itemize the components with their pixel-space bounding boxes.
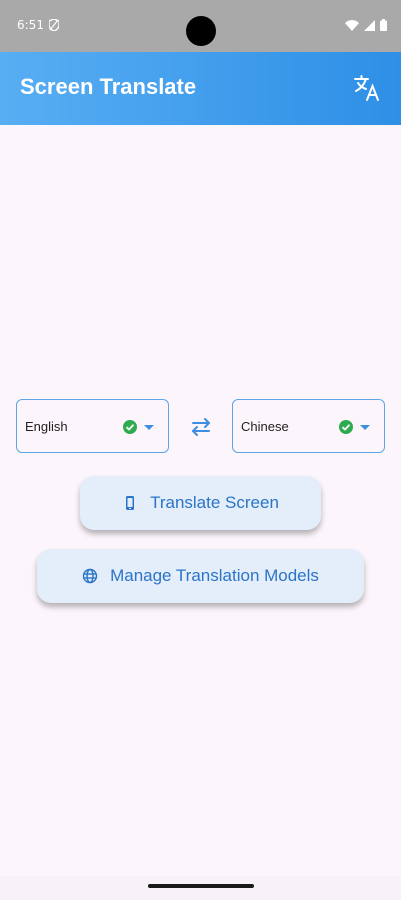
translate-icon[interactable] (353, 74, 381, 102)
translate-screen-label: Translate Screen (150, 493, 279, 512)
app-title: Screen Translate (20, 74, 197, 99)
translate-screen-button[interactable]: Translate Screen (80, 476, 321, 530)
navigation-bar (0, 876, 401, 900)
check-circle-icon (339, 420, 353, 434)
manage-models-label: Manage Translation Models (110, 566, 319, 585)
home-indicator[interactable] (148, 884, 254, 888)
wifi-icon (345, 19, 359, 31)
status-bar: 6:51 (0, 0, 401, 52)
swap-icon[interactable] (189, 416, 213, 438)
dropdown-arrow-icon (360, 425, 370, 430)
shield-icon (49, 19, 59, 31)
manage-models-button[interactable]: Manage Translation Models (37, 549, 364, 603)
dropdown-arrow-icon (144, 425, 154, 430)
app-bar: Screen Translate (0, 52, 401, 125)
status-time: 6:51 (17, 18, 44, 32)
camera-cutout (186, 16, 216, 46)
signal-icon (364, 19, 375, 31)
check-circle-icon (123, 420, 137, 434)
source-language-dropdown[interactable]: English (16, 399, 169, 453)
phone-icon (126, 496, 135, 510)
source-language-label: English (25, 419, 68, 434)
status-icons (345, 19, 387, 31)
battery-icon (380, 19, 387, 31)
globe-icon (82, 568, 98, 584)
target-language-dropdown[interactable]: Chinese (232, 399, 385, 453)
target-language-label: Chinese (241, 419, 289, 434)
